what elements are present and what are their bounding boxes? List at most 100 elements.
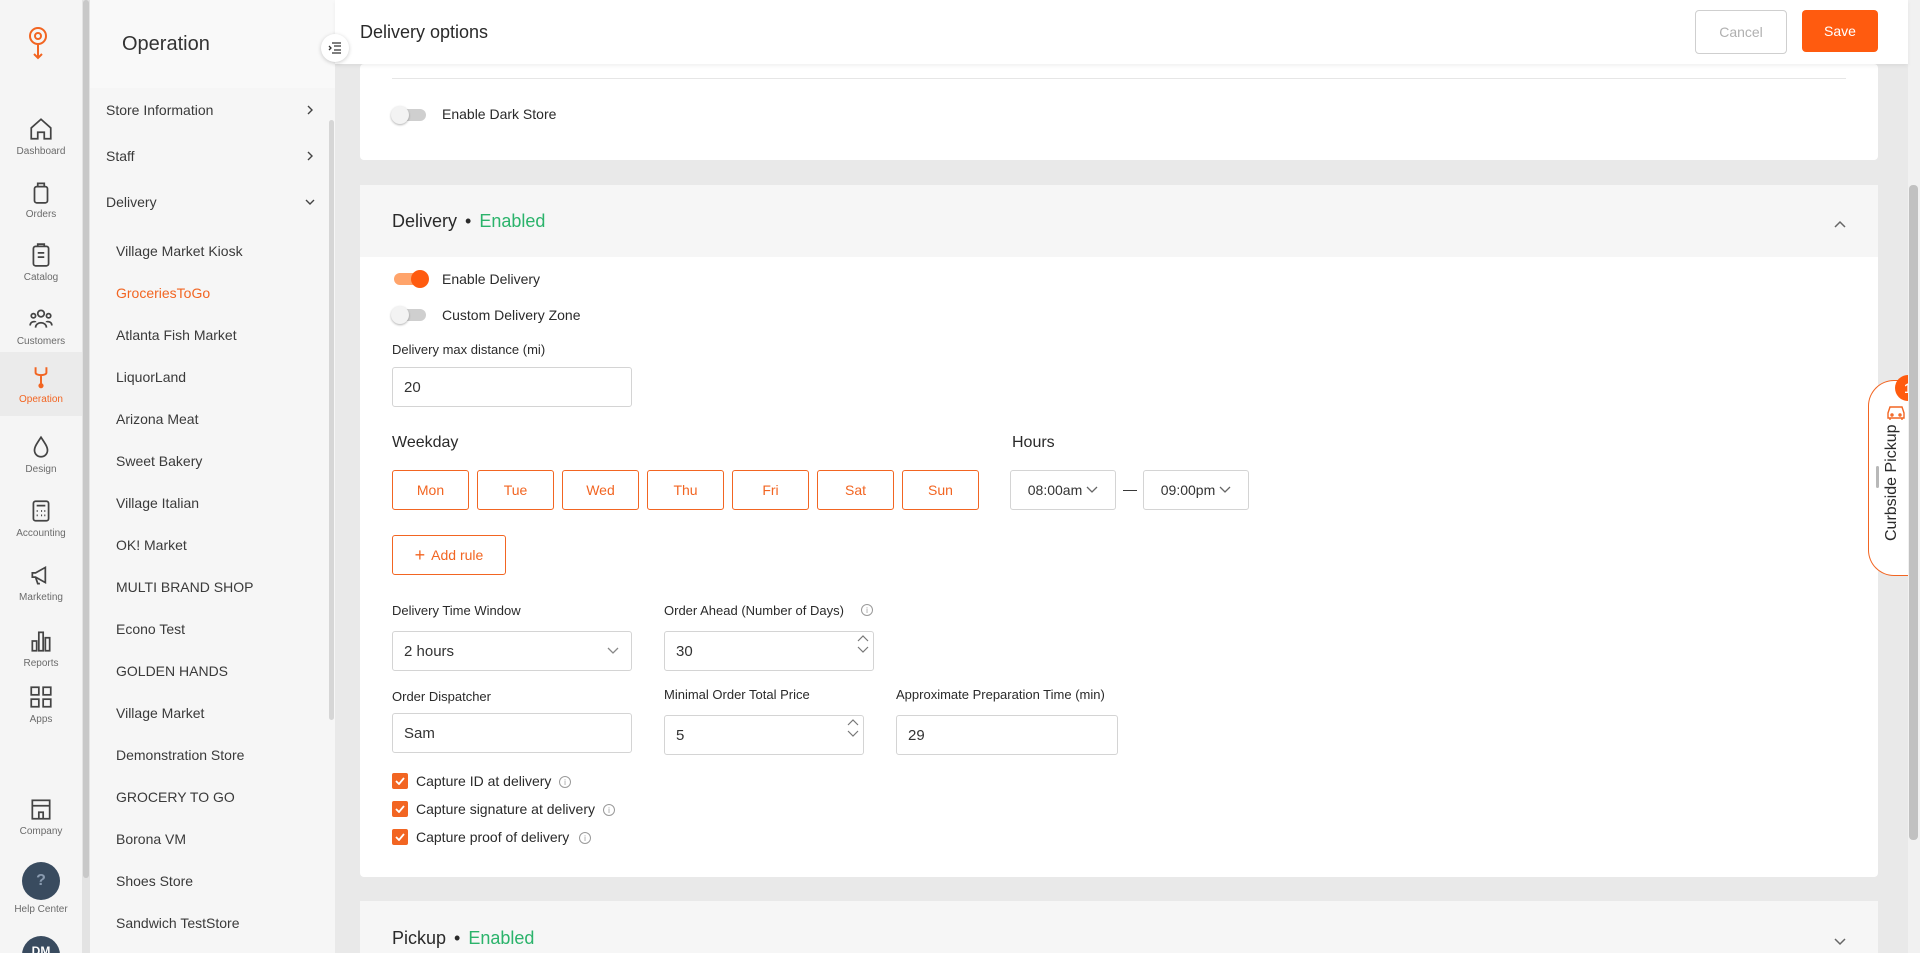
chevron-up-icon[interactable] xyxy=(847,718,859,726)
chevron-down-icon[interactable] xyxy=(847,730,859,738)
sidebar-store-item[interactable]: GROCERY TO GO xyxy=(116,789,235,805)
order-ahead-input[interactable]: 30 xyxy=(664,631,874,671)
rail-reports[interactable]: Reports xyxy=(0,616,82,680)
rail-company[interactable]: Company xyxy=(0,784,82,848)
rail-operation[interactable]: Operation xyxy=(0,352,82,416)
apps-grid-icon xyxy=(30,685,52,708)
prep-time-input[interactable]: 29 xyxy=(896,715,1118,755)
capture-proof-checkbox[interactable] xyxy=(392,829,408,845)
curbside-drag-handle[interactable] xyxy=(1876,466,1879,488)
info-icon[interactable]: i xyxy=(559,776,571,788)
chevron-down-icon[interactable] xyxy=(857,646,869,654)
day-sun-button[interactable]: Sun xyxy=(902,470,979,510)
chevron-down-icon xyxy=(1219,486,1231,493)
add-rule-button[interactable]: + Add rule xyxy=(392,535,506,575)
chevron-up-icon[interactable] xyxy=(1833,219,1847,229)
rail-customers[interactable]: Customers xyxy=(0,294,82,358)
chevron-down-icon[interactable] xyxy=(1833,937,1847,947)
max-distance-input[interactable]: 20 xyxy=(392,367,632,407)
rail-accounting[interactable]: Accounting xyxy=(0,486,82,550)
dark-store-toggle[interactable] xyxy=(391,106,426,124)
brand-logo-icon[interactable] xyxy=(24,24,56,64)
sidebar-store-item[interactable]: GOLDEN HANDS xyxy=(116,663,228,679)
sidebar-store-item[interactable]: Village Market Kiosk xyxy=(116,243,243,259)
rail-label: Company xyxy=(19,825,63,837)
help-icon: ? xyxy=(22,861,60,900)
sidebar-store-item[interactable]: Sweet Bakery xyxy=(116,453,202,469)
sidebar-store-item[interactable]: LiquorLand xyxy=(116,369,186,385)
sidebar-item-store-information[interactable]: Store Information xyxy=(106,102,316,118)
main-scrollbar-thumb[interactable] xyxy=(1909,185,1918,840)
collapse-sidebar-button[interactable] xyxy=(321,34,349,62)
rail-help-center[interactable]: ? Help Center xyxy=(0,856,82,920)
day-fri-button[interactable]: Fri xyxy=(732,470,809,510)
rail-label: Marketing xyxy=(19,591,63,603)
hours-from-select[interactable]: 08:00am xyxy=(1010,470,1116,510)
sidebar-scrollbar[interactable] xyxy=(329,120,334,720)
time-window-select[interactable]: 2 hours xyxy=(392,631,632,671)
add-rule-label: Add rule xyxy=(431,547,484,563)
info-icon[interactable]: i xyxy=(579,832,591,844)
pickup-status: Enabled xyxy=(468,928,535,948)
enable-delivery-label: Enable Delivery xyxy=(442,271,541,287)
hours-to-select[interactable]: 09:00pm xyxy=(1143,470,1249,510)
sidebar-store-item[interactable]: Borona VM xyxy=(116,831,186,847)
custom-delivery-zone-toggle[interactable] xyxy=(391,306,426,324)
capture-signature-checkbox[interactable] xyxy=(392,801,408,817)
user-avatar[interactable]: DM xyxy=(22,936,60,953)
rail-catalog[interactable]: Catalog xyxy=(0,230,82,294)
info-icon[interactable]: i xyxy=(603,804,615,816)
rail-design[interactable]: Design xyxy=(0,422,82,486)
min-total-value: 5 xyxy=(676,726,685,744)
cancel-button[interactable]: Cancel xyxy=(1695,10,1787,54)
sidebar-item-delivery[interactable]: Delivery xyxy=(106,194,316,210)
sidebar-store-item[interactable]: OK! Market xyxy=(116,537,187,553)
sidebar-store-item[interactable]: Sandwich TestStore xyxy=(116,915,239,931)
info-icon[interactable]: i xyxy=(861,604,873,616)
sidebar-item-staff[interactable]: Staff xyxy=(106,148,316,164)
divider xyxy=(392,78,1846,79)
sidebar-store-item[interactable]: MULTI BRAND SHOP xyxy=(116,579,253,595)
rail-apps[interactable]: Apps xyxy=(0,672,82,736)
sidebar-store-item[interactable]: Econo Test xyxy=(116,621,185,637)
weekday-label: Weekday xyxy=(392,434,459,451)
rail-label: Help Center xyxy=(14,903,68,915)
rail-label: Orders xyxy=(25,208,57,220)
rail-orders[interactable]: Orders xyxy=(0,167,82,231)
sidebar-store-item[interactable]: Demonstration Store xyxy=(116,747,244,763)
min-total-input[interactable]: 5 xyxy=(664,715,864,755)
day-tue-button[interactable]: Tue xyxy=(477,470,554,510)
bag-icon xyxy=(33,181,49,204)
plus-icon: + xyxy=(414,545,426,565)
order-ahead-label: Order Ahead (Number of Days) xyxy=(664,603,844,618)
dispatcher-input[interactable]: Sam xyxy=(392,713,632,753)
capture-id-checkbox[interactable] xyxy=(392,773,408,789)
curbside-label: Curbside Pickup xyxy=(1883,424,1900,542)
pickup-card-header[interactable]: Pickup • Enabled xyxy=(360,901,1878,953)
order-ahead-stepper[interactable] xyxy=(857,634,869,654)
day-sat-button[interactable]: Sat xyxy=(817,470,894,510)
rail-scrollbar-thumb[interactable] xyxy=(83,0,89,878)
sidebar-store-item[interactable]: Village Market xyxy=(116,705,204,721)
rail-label: Apps xyxy=(29,713,53,725)
day-mon-button[interactable]: Mon xyxy=(392,470,469,510)
sidebar-store-item[interactable]: Village Italian xyxy=(116,495,199,511)
enable-delivery-toggle[interactable] xyxy=(394,270,429,288)
day-wed-button[interactable]: Wed xyxy=(562,470,639,510)
sidebar-store-item[interactable]: Atlanta Fish Market xyxy=(116,327,237,343)
min-total-stepper[interactable] xyxy=(847,718,859,738)
check-icon xyxy=(395,805,405,813)
check-icon xyxy=(395,833,405,841)
sidebar-store-item[interactable]: Shoes Store xyxy=(116,873,193,889)
rail-dashboard[interactable]: Dashboard xyxy=(0,104,82,168)
chevron-up-icon[interactable] xyxy=(857,634,869,642)
sidebar-store-item[interactable]: Arizona Meat xyxy=(116,411,198,427)
delivery-card-header[interactable]: Delivery • Enabled xyxy=(360,185,1878,257)
list-collapse-icon xyxy=(328,42,341,54)
day-thu-button[interactable]: Thu xyxy=(647,470,724,510)
check-icon xyxy=(395,777,405,785)
sidebar-store-item[interactable]: GroceriesToGo xyxy=(116,285,210,301)
rail-marketing[interactable]: Marketing xyxy=(0,550,82,614)
page-header: Delivery options Cancel Save xyxy=(335,0,1908,64)
save-button[interactable]: Save xyxy=(1802,10,1878,52)
